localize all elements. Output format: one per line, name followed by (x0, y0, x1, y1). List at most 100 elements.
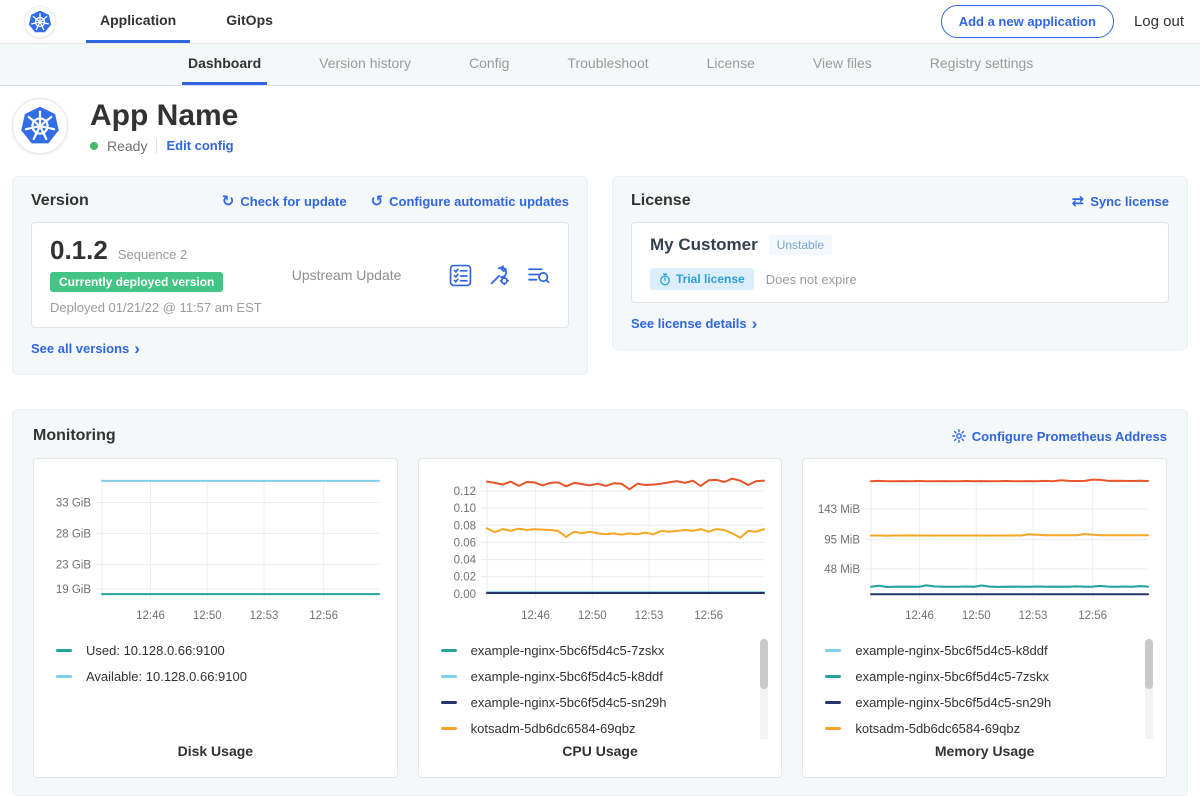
legend-label: example-nginx-5bc6f5d4c5-k8ddf (471, 669, 663, 684)
subnav-license-label: License (707, 55, 755, 71)
legend-item: example-nginx-5bc6f5d4c5-7zskx (441, 643, 772, 658)
stopwatch-icon (659, 273, 671, 286)
subnav-config[interactable]: Config (463, 44, 515, 85)
check-for-update-label: Check for update (240, 194, 346, 209)
subnav-license[interactable]: License (701, 44, 761, 85)
legend-label: kotsadm-5db6dc6584-69qbz (471, 721, 636, 736)
subnav-view-files[interactable]: View files (807, 44, 878, 85)
edit-config-link[interactable]: Edit config (166, 138, 233, 153)
refresh-icon: ↻ (222, 194, 235, 209)
scrollbar-thumb[interactable] (760, 639, 768, 689)
legend-scrollbar[interactable] (1145, 639, 1153, 739)
trial-license-badge: Trial license (650, 268, 754, 290)
kubernetes-app-icon (18, 104, 62, 148)
legend-label: example-nginx-5bc6f5d4c5-sn29h (471, 695, 667, 710)
subnav-registry-settings-label: Registry settings (930, 55, 1033, 71)
legend-color-dash (441, 675, 457, 678)
license-details-panel: My Customer Unstable Trial license Does … (631, 222, 1169, 303)
svg-text:0.04: 0.04 (453, 555, 476, 567)
legend-item: kotsadm-5db6dc6584-69qbz (441, 721, 772, 736)
logout-link[interactable]: Log out (1134, 13, 1184, 30)
see-license-details-link[interactable]: See license details › (631, 316, 757, 331)
sync-license-link[interactable]: ⇄ Sync license (1072, 194, 1169, 209)
auto-update-icon: ↺ (371, 194, 384, 209)
legend-color-dash (441, 649, 457, 652)
legend-scrollbar[interactable] (760, 639, 768, 739)
monitoring-title: Monitoring (33, 427, 116, 445)
chevron-right-icon: › (134, 344, 140, 354)
preflight-checks-icon[interactable] (449, 264, 472, 287)
subnav-troubleshoot[interactable]: Troubleshoot (561, 44, 654, 85)
subnav-dashboard-label: Dashboard (188, 55, 261, 71)
legend-item: example-nginx-5bc6f5d4c5-sn29h (825, 695, 1156, 710)
configure-prometheus-link[interactable]: Configure Prometheus Address (952, 429, 1167, 444)
legend-label: example-nginx-5bc6f5d4c5-k8ddf (855, 643, 1047, 658)
cpu-usage-plot: 0.120.100.080.060.040.020.0012:4612:5012… (429, 467, 772, 631)
config-wrench-icon[interactable] (488, 264, 511, 287)
configure-prometheus-label: Configure Prometheus Address (972, 429, 1167, 444)
legend-item: kotsadm-5db6dc6584-69qbz (825, 721, 1156, 736)
charts-row: 33 GiB28 GiB23 GiB19 GiB12:4612:5012:531… (33, 458, 1167, 778)
top-nav-right: Add a new application Log out (941, 0, 1184, 43)
add-new-application-button[interactable]: Add a new application (941, 5, 1114, 38)
top-nav-tabs: Application GitOps (86, 0, 287, 43)
version-source: Upstream Update (292, 267, 449, 283)
legend-item: Used: 10.128.0.66:9100 (56, 643, 387, 658)
subnav-registry-settings[interactable]: Registry settings (924, 44, 1039, 85)
legend-color-dash (56, 675, 72, 678)
legend-color-dash (825, 727, 841, 730)
subnav-config-label: Config (469, 55, 509, 71)
svg-text:12:46: 12:46 (136, 610, 165, 622)
see-license-details-label: See license details (631, 316, 747, 331)
svg-text:0.00: 0.00 (453, 589, 475, 601)
cpu-usage-chart-card: 0.120.100.080.060.040.020.0012:4612:5012… (418, 458, 783, 778)
legend-color-dash (825, 675, 841, 678)
configure-automatic-updates-label: Configure automatic updates (389, 194, 569, 209)
legend-color-dash (825, 649, 841, 652)
svg-text:95 MiB: 95 MiB (825, 534, 861, 546)
legend-color-dash (56, 649, 72, 652)
svg-text:12:50: 12:50 (193, 610, 222, 622)
memory-usage-plot: 143 MiB95 MiB48 MiB12:4612:5012:5312:56 (813, 467, 1156, 631)
cpu-usage-legend: example-nginx-5bc6f5d4c5-7zskx example-ng… (429, 631, 772, 739)
legend-item: example-nginx-5bc6f5d4c5-7zskx (825, 669, 1156, 684)
legend-item: example-nginx-5bc6f5d4c5-k8ddf (441, 669, 772, 684)
disk-usage-plot: 33 GiB28 GiB23 GiB19 GiB12:4612:5012:531… (44, 467, 387, 631)
license-card: License ⇄ Sync license My Customer Unsta… (612, 176, 1188, 350)
see-all-versions-label: See all versions (31, 341, 129, 356)
svg-text:12:53: 12:53 (250, 610, 279, 622)
svg-text:12:46: 12:46 (905, 610, 934, 622)
svg-text:19 GiB: 19 GiB (56, 584, 91, 596)
subnav-dashboard[interactable]: Dashboard (182, 44, 267, 85)
svg-text:12:56: 12:56 (694, 610, 723, 622)
monitoring-panel: Monitoring Configure Prometheus Address … (12, 409, 1188, 796)
scrollbar-thumb[interactable] (1145, 639, 1153, 689)
current-version-panel: 0.1.2 Sequence 2 Currently deployed vers… (31, 222, 569, 328)
app-logo (12, 98, 68, 154)
svg-text:12:50: 12:50 (962, 610, 991, 622)
sync-license-label: Sync license (1090, 194, 1169, 209)
deploy-logs-icon[interactable] (527, 264, 550, 287)
svg-text:12:56: 12:56 (309, 610, 338, 622)
check-for-update-link[interactable]: ↻ Check for update (222, 194, 347, 209)
legend-color-dash (441, 727, 457, 730)
version-card: Version ↻ Check for update ↺ Configure a… (12, 176, 588, 375)
svg-text:0.02: 0.02 (453, 572, 475, 584)
version-sequence: Sequence 2 (118, 247, 187, 262)
tab-application-label: Application (100, 12, 176, 28)
subnav-version-history[interactable]: Version history (313, 44, 417, 85)
configure-automatic-updates-link[interactable]: ↺ Configure automatic updates (371, 194, 569, 209)
app-status-text: Ready (107, 138, 147, 154)
kubernetes-logo-icon (27, 9, 53, 35)
app-status-row: Ready Edit config (90, 138, 238, 154)
tab-gitops[interactable]: GitOps (212, 0, 287, 43)
swap-arrows-icon: ⇄ (1072, 194, 1085, 209)
memory-usage-title: Memory Usage (813, 739, 1156, 769)
svg-text:0.06: 0.06 (453, 537, 475, 549)
legend-label: kotsadm-5db6dc6584-69qbz (855, 721, 1020, 736)
legend-item: Available: 10.128.0.66:9100 (56, 669, 387, 684)
see-all-versions-link[interactable]: See all versions › (31, 341, 140, 356)
svg-text:28 GiB: 28 GiB (56, 528, 91, 540)
tab-application[interactable]: Application (86, 0, 190, 43)
gear-icon (952, 429, 966, 443)
